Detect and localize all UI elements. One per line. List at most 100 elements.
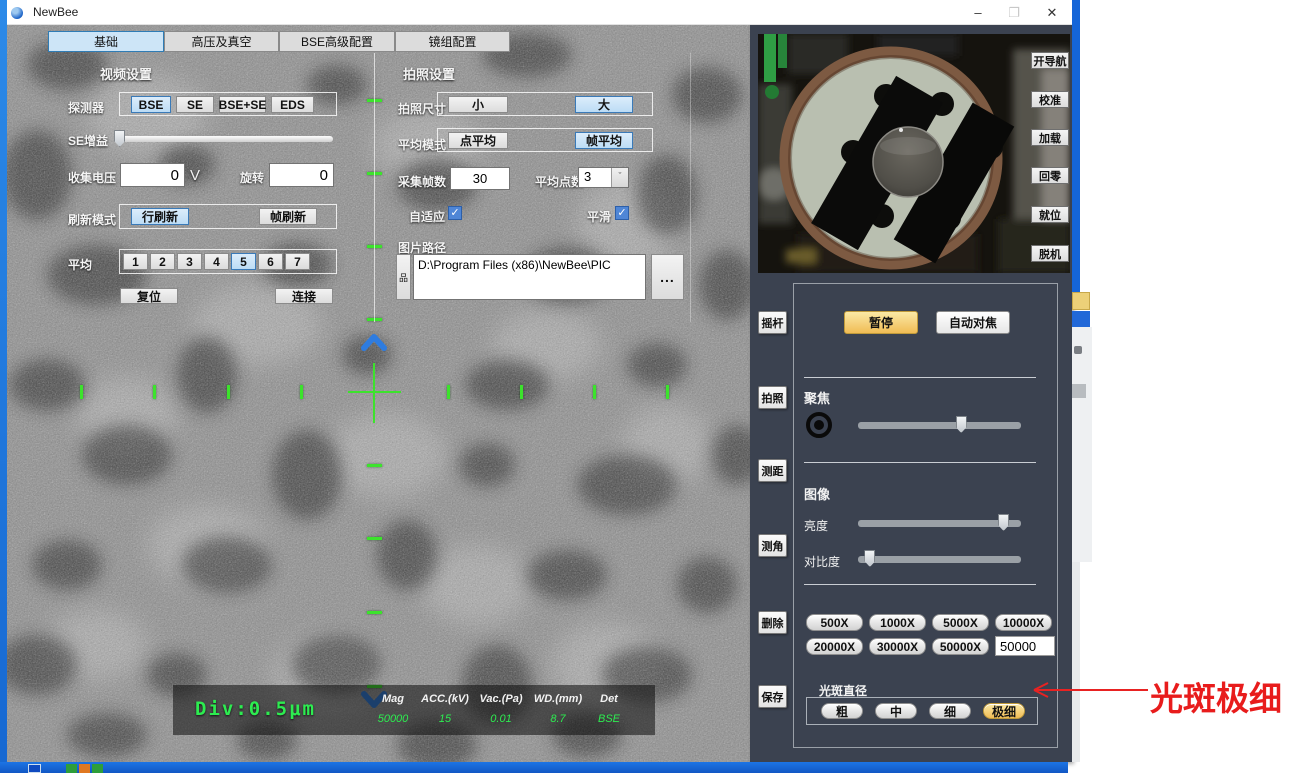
average-6-button[interactable]: 6 (258, 253, 283, 270)
points-dropdown[interactable]: 3 ˇ (578, 167, 629, 188)
detector-eds-button[interactable]: EDS (271, 96, 314, 113)
rotation-input[interactable]: 0 (269, 163, 334, 187)
joystick-button[interactable]: 摇杆 (758, 311, 787, 334)
average-5-button[interactable]: 5 (231, 253, 256, 270)
reticle-tick (666, 385, 669, 399)
smooth-checkbox[interactable]: ✓ (615, 206, 629, 220)
spot-extra-fine-button[interactable]: 极细 (983, 703, 1025, 719)
focus-slider[interactable] (858, 422, 1021, 429)
taskbar-app-icon[interactable] (92, 764, 103, 773)
path-input[interactable]: D:\Program Files (x86)\NewBee\PIC (413, 254, 646, 300)
detector-label: 探测器 (68, 99, 104, 116)
connect-button[interactable]: 连接 (275, 288, 333, 304)
mag-input[interactable]: 50000 (995, 636, 1055, 656)
taskbar-app-icon[interactable] (79, 764, 90, 773)
refresh-line-button[interactable]: 行刷新 (131, 208, 189, 225)
mag-30000x-button[interactable]: 30000X (869, 638, 926, 655)
size-small-button[interactable]: 小 (448, 96, 508, 113)
pause-button[interactable]: 暂停 (844, 311, 918, 334)
tab-bse-advanced[interactable]: BSE高级配置 (279, 31, 395, 52)
settings-divider (374, 53, 375, 322)
reticle-tick (300, 385, 303, 399)
average-4-button[interactable]: 4 (204, 253, 229, 270)
voltage-unit-label: V (190, 167, 200, 184)
average-2-button[interactable]: 2 (150, 253, 175, 270)
average-7-button[interactable]: 7 (285, 253, 310, 270)
stage-up-arrow-icon[interactable] (360, 333, 388, 351)
status-table: Mag50000 ACC.(kV)15 Vac.(Pa)0.01 WD.(mm)… (369, 689, 631, 729)
refresh-frame-button[interactable]: 帧刷新 (259, 208, 317, 225)
mag-10000x-button[interactable]: 10000X (995, 614, 1052, 631)
avg-point-button[interactable]: 点平均 (448, 132, 508, 149)
chevron-down-icon[interactable]: ˇ (611, 168, 628, 187)
focus-slider-thumb[interactable] (956, 416, 967, 433)
load-button[interactable]: 加载 (1031, 129, 1069, 146)
in-position-button[interactable]: 就位 (1031, 206, 1069, 223)
maximize-button[interactable]: ❐ (997, 0, 1031, 25)
refresh-mode-label: 刷新模式 (68, 211, 116, 228)
measure-angle-button[interactable]: 测角 (758, 534, 787, 557)
brightness-label: 亮度 (804, 517, 828, 534)
collect-voltage-label: 收集电压 (68, 169, 116, 186)
se-gain-slider[interactable] (117, 136, 333, 142)
reset-button[interactable]: 复位 (120, 288, 178, 304)
adaptive-checkbox[interactable]: ✓ (448, 206, 462, 220)
spot-coarse-button[interactable]: 粗 (821, 703, 863, 719)
status-header: Mag (382, 689, 404, 709)
capture-button[interactable]: 拍照 (758, 386, 787, 409)
spot-medium-button[interactable]: 中 (875, 703, 917, 719)
mag-50000x-button[interactable]: 50000X (932, 638, 989, 655)
collect-voltage-input[interactable]: 0 (120, 163, 185, 187)
detector-bse-se-button[interactable]: BSE+SE (219, 96, 266, 113)
detector-se-button[interactable]: SE (176, 96, 214, 113)
desktop-edge (0, 0, 7, 762)
tab-basic[interactable]: 基础 (48, 31, 164, 52)
spot-fine-button[interactable]: 细 (929, 703, 971, 719)
mag-500x-button[interactable]: 500X (806, 614, 863, 631)
mag-20000x-button[interactable]: 20000X (806, 638, 863, 655)
brightness-slider-thumb[interactable] (998, 514, 1009, 531)
open-navigation-button[interactable]: 开导航 (1031, 52, 1069, 69)
tab-lens-config[interactable]: 镜组配置 (395, 31, 510, 52)
status-value: 50000 (378, 709, 409, 729)
window-title: NewBee (33, 5, 78, 19)
frames-input[interactable]: 30 (450, 167, 510, 190)
mag-5000x-button[interactable]: 5000X (932, 614, 989, 631)
contrast-slider-thumb[interactable] (864, 550, 875, 567)
reticle-tick (593, 385, 596, 399)
save-button[interactable]: 保存 (758, 685, 787, 708)
detector-bse-button[interactable]: BSE (131, 96, 171, 113)
reticle-tick (447, 385, 450, 399)
brightness-slider[interactable] (858, 520, 1021, 527)
average-3-button[interactable]: 3 (177, 253, 202, 270)
contrast-slider[interactable] (858, 556, 1021, 563)
average-1-button[interactable]: 1 (123, 253, 148, 270)
taskbar-app-icon[interactable] (66, 764, 77, 773)
status-value: 15 (439, 709, 451, 729)
return-zero-button[interactable]: 回零 (1031, 167, 1069, 184)
average-label: 平均 (68, 256, 92, 273)
delete-button[interactable]: 删除 (758, 611, 787, 634)
path-tree-icon[interactable]: 品 (396, 254, 411, 300)
reticle-tick (153, 385, 156, 399)
browse-button[interactable]: ... (651, 254, 684, 300)
close-button[interactable]: ✕ (1035, 0, 1069, 25)
reticle-tick (367, 537, 382, 540)
mag-1000x-button[interactable]: 1000X (869, 614, 926, 631)
measure-distance-button[interactable]: 测距 (758, 459, 787, 482)
offline-button[interactable]: 脱机 (1031, 245, 1069, 262)
tab-hv-vacuum[interactable]: 高压及真空 (164, 31, 279, 52)
avg-frame-button[interactable]: 帧平均 (575, 132, 633, 149)
minimize-button[interactable]: – (961, 0, 995, 25)
taskbar-app-icon[interactable] (28, 764, 41, 773)
calibrate-button[interactable]: 校准 (1031, 91, 1069, 108)
size-large-button[interactable]: 大 (575, 96, 633, 113)
background-window-sliver (1072, 0, 1080, 292)
screen: 基础 高压及真空 BSE高级配置 镜组配置 视频设置 探测器 BSE SE BS… (0, 0, 1304, 773)
settings-divider (690, 53, 691, 322)
background-window-sliver (1072, 327, 1092, 562)
taskbar (0, 762, 1068, 773)
autofocus-button[interactable]: 自动对焦 (936, 311, 1010, 334)
status-value: 8.7 (550, 709, 565, 729)
status-value: 0.01 (490, 709, 511, 729)
